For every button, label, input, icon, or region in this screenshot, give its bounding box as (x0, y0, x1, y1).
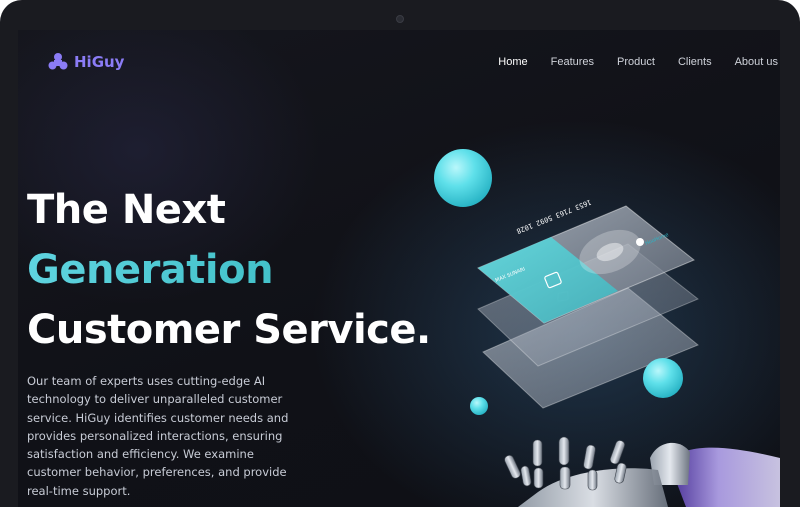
hero-title-line-1: The Next (27, 187, 226, 233)
nav-features[interactable]: Features (551, 56, 594, 68)
hero-illustration: 1653 7163 5092 1028 MAX SUNARI HooHome (418, 140, 780, 507)
brand-name: HiGuy (74, 53, 125, 71)
brand-logo[interactable]: HiGuy (48, 52, 124, 72)
hero-title-line-3: Customer Service. (27, 307, 431, 353)
website-screen: HiGuy Home Features Product Clients Abou… (18, 30, 780, 507)
teal-sphere-small (470, 397, 488, 415)
nav-clients[interactable]: Clients (678, 56, 712, 68)
hero-description: Our team of experts uses cutting-edge AI… (27, 374, 289, 498)
camera-icon (396, 15, 404, 23)
hero-title-line-2: Generation (27, 247, 274, 293)
nav-home[interactable]: Home (498, 56, 527, 68)
laptop-frame: HiGuy Home Features Product Clients Abou… (0, 0, 800, 507)
main-nav: Home Features Product Clients About us (498, 56, 778, 68)
teal-sphere-medium (643, 358, 683, 398)
logo-icon (48, 52, 68, 72)
nav-about-us[interactable]: About us (735, 56, 778, 68)
nav-product[interactable]: Product (617, 56, 655, 68)
teal-sphere-large (434, 149, 492, 207)
